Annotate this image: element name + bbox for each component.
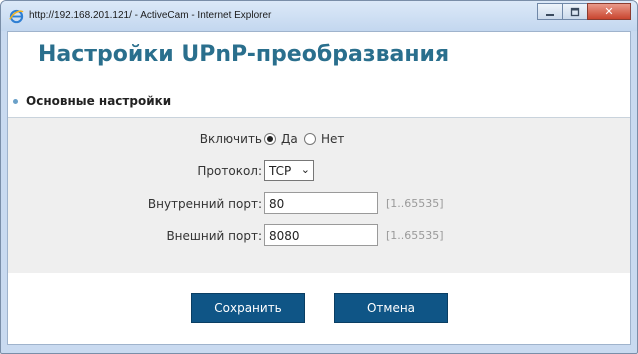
minimize-icon bbox=[546, 13, 554, 16]
enable-label: Включить bbox=[199, 132, 262, 146]
protocol-row: Протокол: TCP ⌄ bbox=[8, 159, 630, 183]
radio-selected-dot bbox=[267, 136, 273, 142]
enable-yes-label[interactable]: Да bbox=[281, 132, 298, 146]
enable-yes-radio[interactable] bbox=[264, 133, 276, 145]
chevron-down-icon: ⌄ bbox=[300, 163, 310, 176]
save-button[interactable]: Сохранить bbox=[191, 293, 305, 323]
internet-explorer-icon bbox=[9, 9, 24, 24]
external-port-input[interactable]: 8080 bbox=[264, 224, 378, 246]
internal-port-label: Внутренний порт: bbox=[147, 197, 262, 211]
enable-no-radio[interactable] bbox=[304, 133, 316, 145]
close-icon: ✕ bbox=[604, 5, 614, 18]
browser-window: http://192.168.201.121/ - ActiveCam - In… bbox=[0, 0, 638, 354]
external-port-label: Внешний порт: bbox=[166, 229, 262, 243]
page-content: Настройки UPnP-преобразвания Основные на… bbox=[7, 31, 631, 345]
external-port-range: [1..65535] bbox=[386, 229, 444, 242]
title-bar[interactable]: http://192.168.201.121/ - ActiveCam - In… bbox=[1, 1, 637, 31]
internal-port-value: 80 bbox=[269, 197, 285, 211]
protocol-label: Протокол: bbox=[197, 164, 262, 178]
internal-port-input[interactable]: 80 bbox=[264, 192, 378, 214]
window-title: http://192.168.201.121/ - ActiveCam - In… bbox=[29, 10, 272, 21]
internal-port-range: [1..65535] bbox=[386, 197, 444, 210]
close-button[interactable]: ✕ bbox=[587, 3, 631, 20]
section-header: Основные настройки bbox=[8, 85, 630, 118]
protocol-select[interactable]: TCP ⌄ bbox=[264, 160, 314, 181]
window-controls: ✕ bbox=[537, 3, 631, 20]
external-port-value: 8080 bbox=[269, 229, 300, 243]
settings-form: Включить Да Нет Протокол: TCP ⌄ Внутренн… bbox=[8, 118, 630, 273]
cancel-button[interactable]: Отмена bbox=[334, 293, 448, 323]
enable-row: Включить Да Нет bbox=[8, 127, 630, 151]
internal-port-row: Внутренний порт: 80 [1..65535] bbox=[8, 192, 630, 216]
minimize-button[interactable] bbox=[537, 3, 563, 20]
maximize-icon bbox=[570, 7, 580, 16]
maximize-button[interactable] bbox=[562, 3, 588, 20]
section-title: Основные настройки bbox=[26, 94, 172, 108]
enable-no-label[interactable]: Нет bbox=[321, 132, 344, 146]
external-port-row: Внешний порт: 8080 [1..65535] bbox=[8, 224, 630, 248]
bullet-icon bbox=[13, 99, 18, 104]
protocol-value: TCP bbox=[269, 164, 292, 178]
page-title: Настройки UPnP-преобразвания bbox=[38, 42, 450, 67]
